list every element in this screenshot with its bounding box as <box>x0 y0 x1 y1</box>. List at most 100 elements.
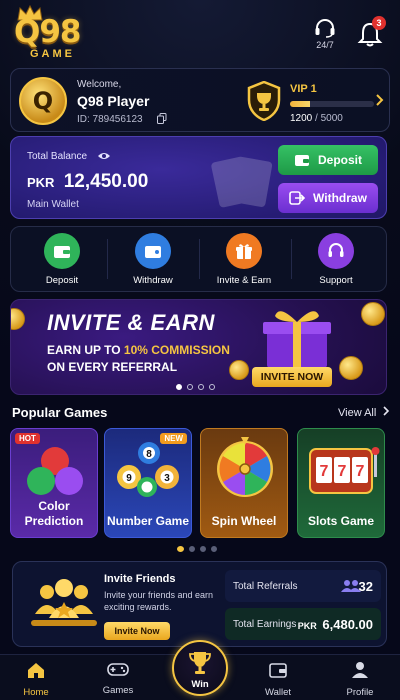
carousel-dot[interactable] <box>200 546 206 552</box>
chevron-right-icon[interactable] <box>375 93 385 107</box>
carousel-dots <box>176 384 215 390</box>
withdraw-button[interactable]: Withdraw <box>278 183 378 213</box>
banner-highlight: 10% COMMISSION <box>123 343 230 357</box>
avatar-letter: Q <box>32 87 54 115</box>
invite-friends-panel: Invite Friends Invite your friends and e… <box>12 561 387 647</box>
carousel-dot[interactable] <box>176 384 182 390</box>
friends-group-icon <box>31 579 97 626</box>
headset-icon <box>318 233 354 269</box>
nav-profile[interactable]: Profile <box>330 661 390 698</box>
deposit-label: Deposit <box>317 153 362 167</box>
view-all-link[interactable]: View All <box>338 406 390 419</box>
vip-level: VIP 1 <box>290 83 317 95</box>
support-label: 24/7 <box>316 40 334 50</box>
game-card-slots-game[interactable]: 7 7 7 Slots Game <box>297 428 385 538</box>
svg-text:7: 7 <box>320 463 329 480</box>
gift-box-icon <box>263 311 331 368</box>
balance-value: 12,450.00 <box>63 171 149 192</box>
nav-win[interactable]: Win <box>172 640 228 696</box>
nav-wallet[interactable]: Wallet <box>248 661 308 698</box>
app-logo[interactable]: Q98 GAME <box>14 4 102 60</box>
referrals-label: Total Referrals <box>233 580 298 592</box>
player-name-value: Player <box>107 93 150 109</box>
game-card-number-game[interactable]: NEW 8 9 3 Number Game <box>104 428 192 538</box>
profile-card[interactable]: Q Welcome, Q98 Player ID: 789456123 VIP … <box>10 68 390 132</box>
carousel-dot[interactable] <box>209 384 215 390</box>
spin-wheel-icon <box>217 437 273 497</box>
invite-now-button[interactable]: INVITE NOW <box>252 367 332 387</box>
carousel-dot[interactable] <box>187 384 193 390</box>
action-label: Withdraw <box>133 275 173 286</box>
promo-banner[interactable]: INVITE & EARN EARN UP TO 10% COMMISSION … <box>10 299 387 395</box>
carousel-dot[interactable] <box>198 384 204 390</box>
withdraw-icon <box>289 191 306 205</box>
vip-points: 1200 <box>290 113 313 124</box>
support-button[interactable]: 24/7 <box>310 18 340 50</box>
action-label: Support <box>319 275 353 286</box>
color-balls-icon <box>27 447 83 495</box>
nav-home[interactable]: Home <box>6 661 66 698</box>
wallet-icon <box>294 155 309 166</box>
nav-label: Games <box>102 685 134 696</box>
action-invite[interactable]: Invite & Earn <box>201 233 287 286</box>
headset-icon <box>315 19 335 38</box>
wallet-label: Main Wallet <box>27 199 79 210</box>
gamepad-icon <box>107 663 129 676</box>
svg-text:7: 7 <box>338 463 347 480</box>
carousel-dot[interactable] <box>211 546 217 552</box>
divider <box>199 239 200 279</box>
balance-currency: PKR <box>27 175 55 190</box>
action-withdraw[interactable]: Withdraw <box>110 233 196 286</box>
gift-icon <box>226 233 262 269</box>
invite-subtitle: Invite your friends and earn exciting re… <box>104 590 214 612</box>
action-deposit[interactable]: Deposit <box>19 233 105 286</box>
action-support[interactable]: Support <box>293 233 379 286</box>
invite-title: Invite Friends <box>104 573 176 585</box>
app-header: Q98 GAME 24/7 3 <box>0 0 400 64</box>
copy-icon[interactable] <box>157 113 167 124</box>
vip-target: / 5000 <box>315 113 343 124</box>
invite-now-button[interactable]: Invite Now <box>104 622 170 640</box>
svg-text:3: 3 <box>164 473 170 484</box>
notifications-button[interactable]: 3 <box>356 16 386 50</box>
coin-icon <box>229 360 249 380</box>
eye-icon[interactable] <box>97 151 111 161</box>
total-referrals-stat: Total Referrals 32 <box>225 570 381 602</box>
carousel-dot[interactable] <box>177 546 184 552</box>
wallet-out-icon <box>135 233 171 269</box>
vip-shield-icon <box>247 81 281 121</box>
balance-card: Total Balance PKR 12,450.00 Main Wallet … <box>10 136 387 219</box>
player-id: ID: 789456123 <box>77 114 143 125</box>
deposit-button[interactable]: Deposit <box>278 145 378 175</box>
earnings-value: 6,480.00 <box>322 616 373 632</box>
nav-games[interactable]: Games <box>88 661 148 696</box>
slot-machine-icon: 7 7 7 <box>309 447 380 494</box>
banner-line-1-prefix: EARN UP TO <box>47 343 124 357</box>
balance-amount: PKR 12,450.00 <box>27 171 148 193</box>
withdraw-label: Withdraw <box>313 191 367 205</box>
banner-line-1: EARN UP TO 10% COMMISSION <box>47 343 230 357</box>
coin-icon <box>361 302 385 326</box>
avatar[interactable]: Q <box>19 77 67 125</box>
player-name-prefix: Q98 <box>77 93 104 109</box>
nav-label: Home <box>23 687 49 698</box>
game-card-color-prediction[interactable]: HOT Color Prediction <box>10 428 98 538</box>
logo-subtext: GAME <box>30 48 75 60</box>
total-earnings-stat: Total Earnings PKR 6,480.00 <box>225 608 381 640</box>
action-label: Invite & Earn <box>216 275 272 286</box>
view-all-label: View All <box>338 407 377 419</box>
vip-progress-text: 1200 / 5000 <box>290 113 343 124</box>
earnings-amount: PKR 6,480.00 <box>298 617 373 632</box>
svg-text:8: 8 <box>146 449 152 460</box>
nav-label: Profile <box>346 687 374 698</box>
section-title: Popular Games <box>12 405 108 420</box>
referrals-value: 32 <box>358 578 373 594</box>
chevron-right-icon <box>383 406 390 416</box>
divider <box>291 239 292 279</box>
carousel-dot[interactable] <box>189 546 195 552</box>
vip-progress-bar <box>290 101 374 107</box>
svg-text:9: 9 <box>126 473 132 484</box>
home-icon <box>28 663 44 678</box>
game-card-spin-wheel[interactable]: Spin Wheel <box>200 428 288 538</box>
nav-label: Wallet <box>264 687 292 698</box>
